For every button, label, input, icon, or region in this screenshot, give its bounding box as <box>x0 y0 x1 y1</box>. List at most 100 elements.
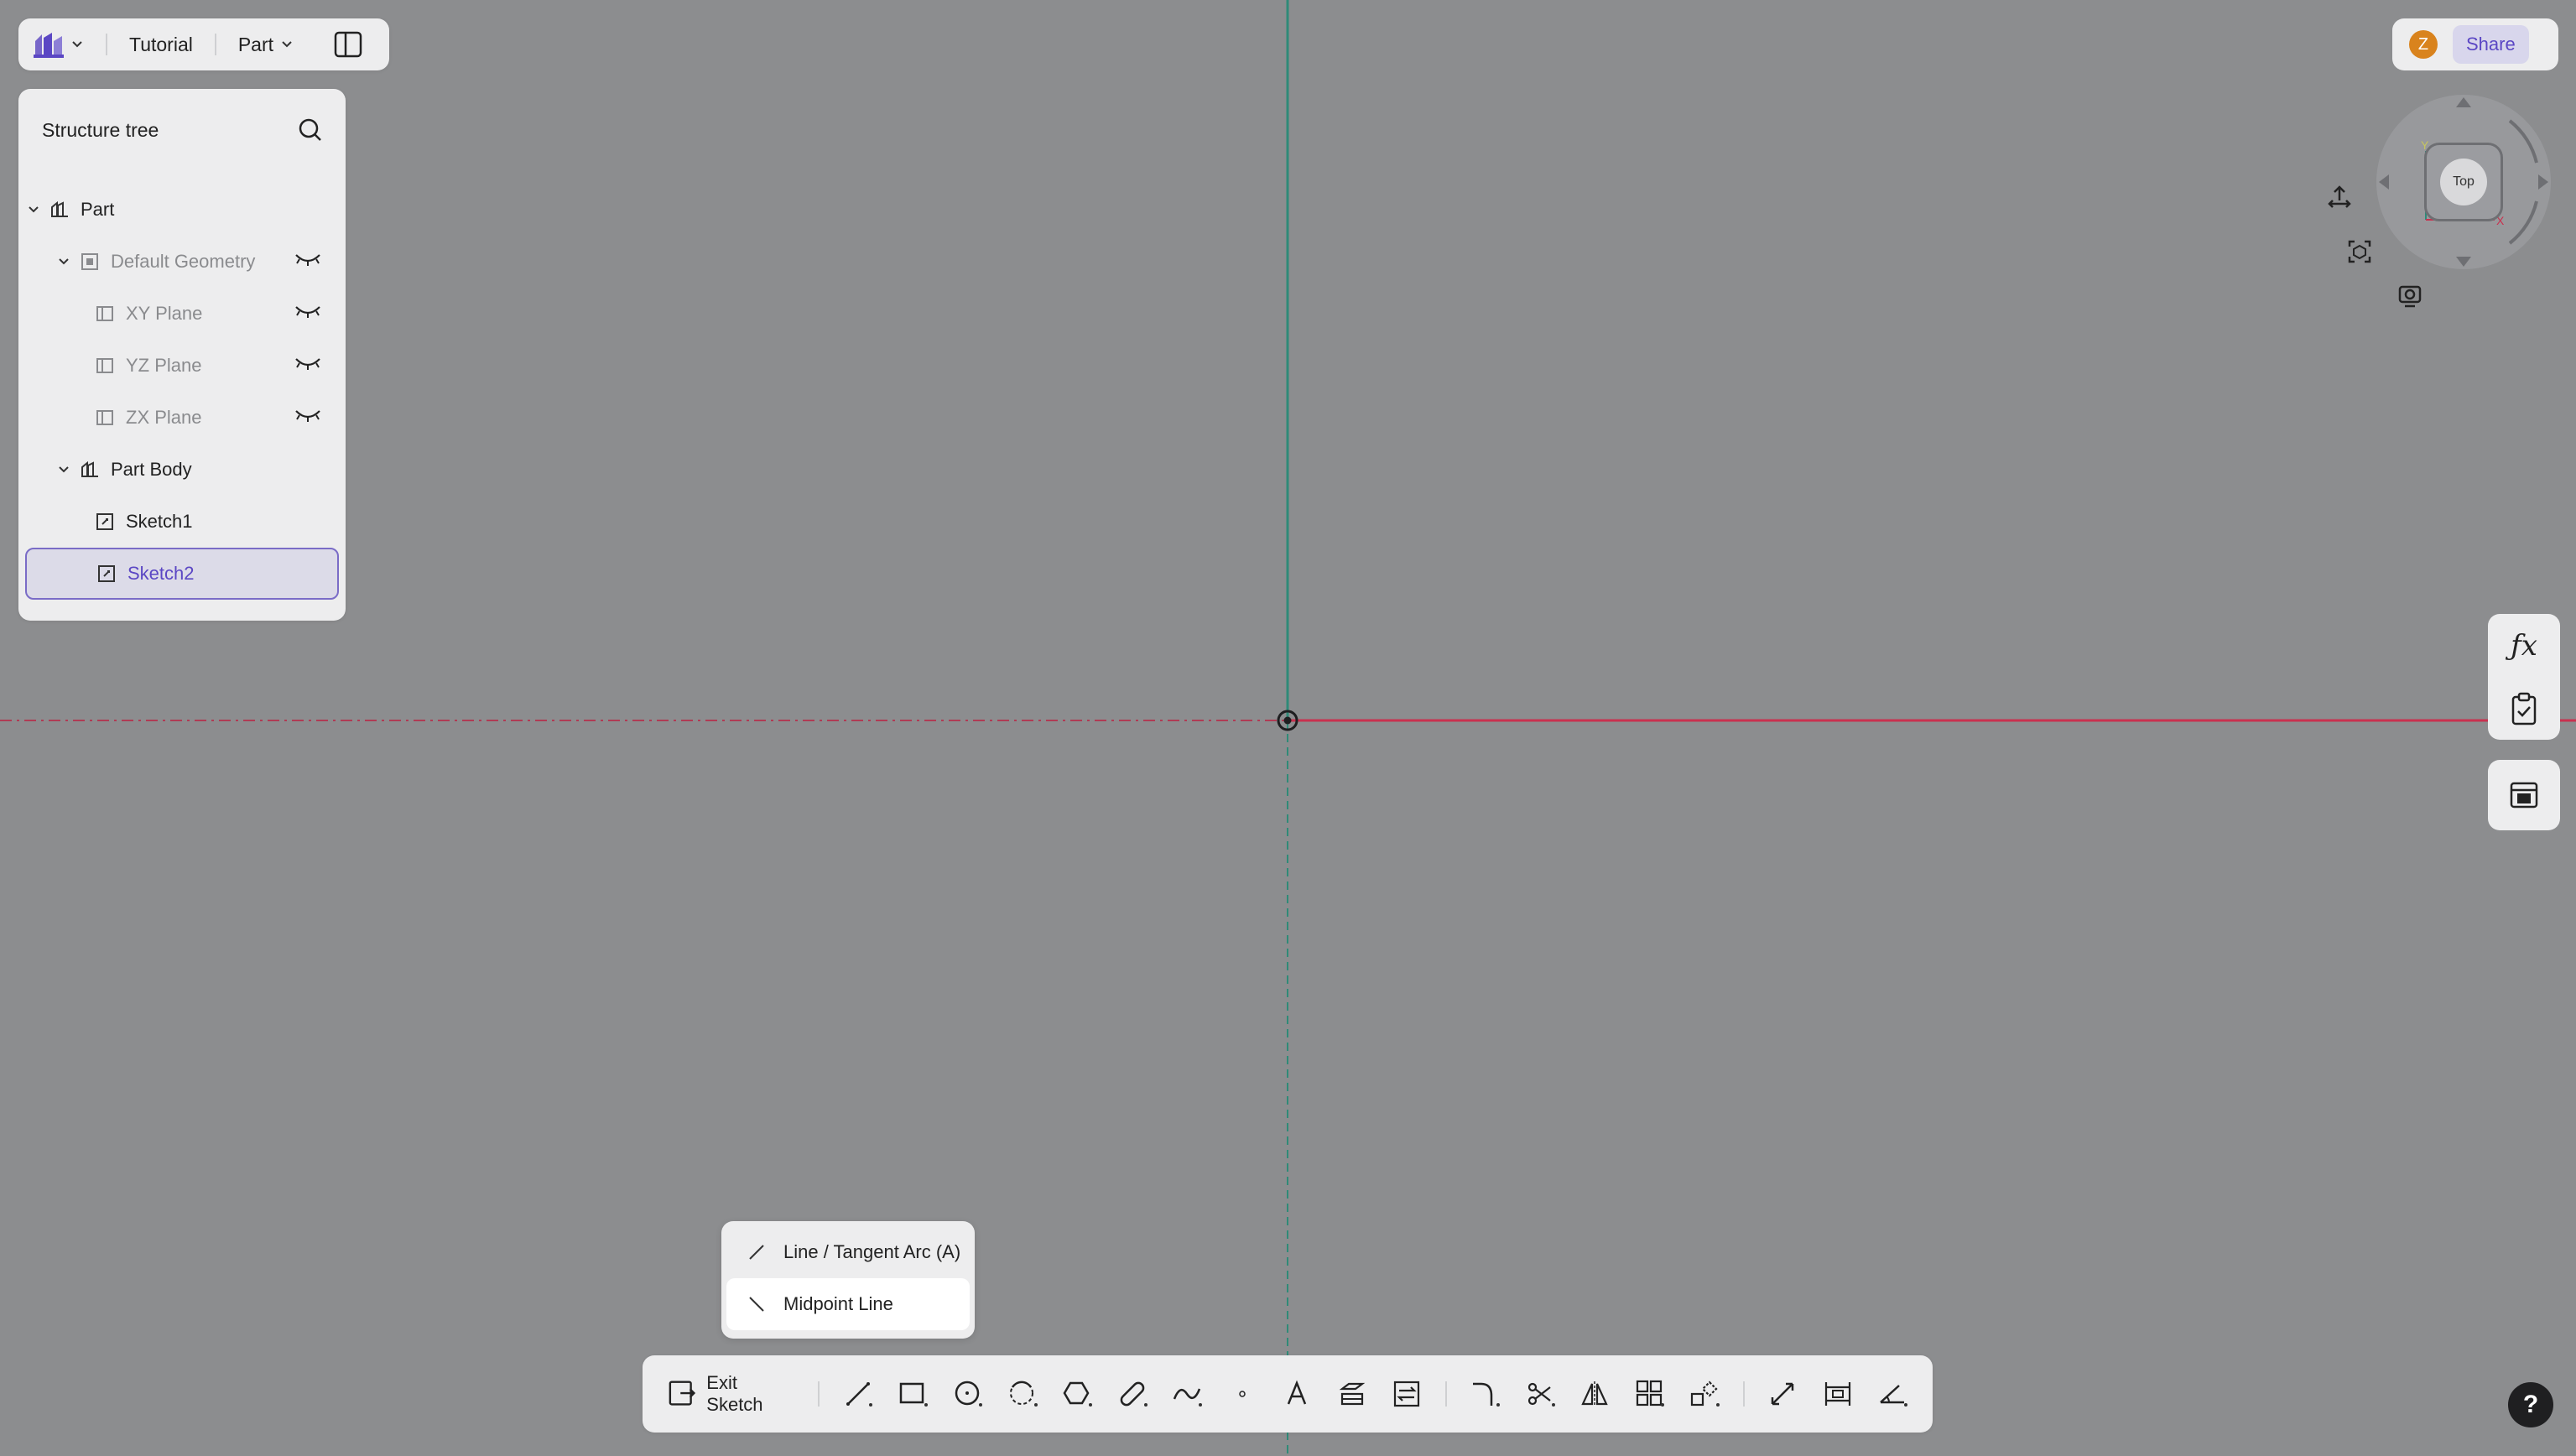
arc-tool[interactable] <box>999 1370 1045 1418</box>
pattern-tool[interactable] <box>1626 1370 1673 1418</box>
display-mode-icon <box>2398 285 2422 308</box>
text-icon <box>1288 1380 1307 1405</box>
structure-tree-panel: Structure tree Part Default Geometry XY … <box>18 89 346 621</box>
sketch-toolbar: Exit Sketch <box>643 1355 1933 1433</box>
top-toolbar: Tutorial Part <box>18 18 389 70</box>
rectangle-tool[interactable] <box>889 1370 935 1418</box>
workspace-name[interactable]: Tutorial <box>107 34 215 56</box>
project-tool[interactable] <box>1329 1370 1375 1418</box>
checklist-icon[interactable] <box>2510 692 2538 725</box>
menu-item-midpoint-line[interactable]: Midpoint Line <box>726 1278 970 1330</box>
plane-icon <box>94 303 116 325</box>
tree-item-zx-plane[interactable]: ZX Plane <box>25 393 339 442</box>
menu-item-label: Midpoint Line <box>783 1293 893 1314</box>
tree-item-sketch1[interactable]: Sketch1 <box>25 497 339 546</box>
home-view-button[interactable] <box>2318 176 2360 218</box>
fit-view-button[interactable] <box>2339 231 2381 273</box>
panel-layout-icon <box>334 31 362 58</box>
hidden-eye-icon[interactable] <box>294 408 322 429</box>
tree-item-sketch2[interactable]: Sketch2 <box>25 548 339 600</box>
tree-item-label: Part <box>81 199 115 220</box>
fillet-tool[interactable] <box>1462 1370 1508 1418</box>
geometry-group-icon <box>79 251 101 273</box>
app-logo-menu[interactable] <box>32 18 106 70</box>
sketch-icon <box>96 563 117 585</box>
hidden-eye-icon[interactable] <box>294 356 322 377</box>
hidden-eye-icon[interactable] <box>294 304 322 325</box>
constraint-icon <box>1824 1382 1851 1406</box>
mirror-tool[interactable] <box>1572 1370 1618 1418</box>
view-cube[interactable]: Y X Top <box>2369 87 2558 277</box>
hidden-eye-icon[interactable] <box>294 252 322 273</box>
circle-tool[interactable] <box>945 1370 991 1418</box>
chevron-down-icon <box>282 41 292 48</box>
tree-item-xy-plane[interactable]: XY Plane <box>25 289 339 338</box>
avatar[interactable]: Z <box>2409 30 2438 59</box>
mode-dropdown[interactable]: Part <box>216 34 315 56</box>
chevron-down-icon[interactable] <box>55 257 72 266</box>
menu-item-label: Line / Tangent Arc (A) <box>783 1241 961 1262</box>
toggle-panel-button[interactable] <box>334 31 362 58</box>
plane-icon <box>94 355 116 377</box>
menu-item-line-tangent-arc[interactable]: Line / Tangent Arc (A) <box>726 1226 970 1278</box>
line-tool-menu: Line / Tangent Arc (A) Midpoint Line <box>721 1221 975 1339</box>
rectangle-icon <box>899 1382 924 1404</box>
sketch-icon <box>94 511 116 533</box>
tree-item-part-body[interactable]: Part Body <box>25 445 339 494</box>
plane-icon <box>94 407 116 429</box>
sketch-canvas[interactable] <box>0 0 2576 1456</box>
tree-item-label: Sketch1 <box>126 511 193 532</box>
table-view-icon[interactable] <box>2509 781 2539 809</box>
chevron-down-icon <box>72 41 82 48</box>
spline-tool[interactable] <box>1164 1370 1210 1418</box>
part-icon <box>49 199 70 221</box>
slot-tool[interactable] <box>1109 1370 1155 1418</box>
line-tool[interactable] <box>835 1370 881 1418</box>
tree-item-part[interactable]: Part <box>25 185 339 234</box>
line-icon <box>749 1245 764 1260</box>
body-icon <box>79 459 101 481</box>
tree-item-label: Sketch2 <box>127 563 195 584</box>
point-icon <box>1238 1391 1246 1397</box>
dimension-icon <box>1772 1382 1794 1406</box>
tree-item-label: ZX Plane <box>126 407 202 428</box>
tree-item-label: Default Geometry <box>111 251 256 272</box>
structure-tree-title: Structure tree <box>42 118 159 141</box>
right-tools-panel: ƒx <box>2488 614 2560 740</box>
point-tool[interactable] <box>1219 1370 1265 1418</box>
text-tool[interactable] <box>1273 1370 1319 1418</box>
function-icon[interactable]: ƒx <box>2511 629 2537 663</box>
cube-top-face[interactable]: Top <box>2424 143 2503 221</box>
slot-icon <box>1120 1381 1145 1407</box>
share-area: Z Share <box>2392 18 2558 70</box>
arc-icon <box>1009 1381 1033 1405</box>
tree-item-yz-plane[interactable]: YZ Plane <box>25 341 339 390</box>
polygon-icon <box>1063 1381 1090 1405</box>
convert-tool[interactable] <box>1383 1370 1429 1418</box>
tree-item-default-geometry[interactable]: Default Geometry <box>25 237 339 286</box>
cube-face-label: Top <box>2440 159 2487 205</box>
polygon-tool[interactable] <box>1054 1370 1101 1418</box>
search-icon[interactable] <box>297 117 324 143</box>
chevron-down-icon[interactable] <box>55 465 72 474</box>
exit-sketch-label: Exit Sketch <box>706 1372 763 1415</box>
app-logo-icon <box>34 33 64 58</box>
home-view-icon <box>2328 185 2351 208</box>
dimension-tool[interactable] <box>1760 1370 1806 1418</box>
display-mode-button[interactable] <box>2389 275 2431 317</box>
right-tools-panel-2 <box>2488 760 2560 830</box>
constraint-tool[interactable] <box>1814 1370 1860 1418</box>
midpoint-line-icon <box>749 1297 764 1312</box>
transform-tool[interactable] <box>1681 1370 1727 1418</box>
transform-icon <box>1691 1381 1718 1407</box>
tree-item-label: XY Plane <box>126 303 203 324</box>
angle-constraint-tool[interactable] <box>1870 1370 1916 1418</box>
share-button[interactable]: Share <box>2453 25 2529 64</box>
tree-item-label: Part Body <box>111 459 192 480</box>
help-button[interactable]: ? <box>2508 1382 2553 1427</box>
trim-tool[interactable] <box>1517 1370 1563 1418</box>
chevron-down-icon[interactable] <box>25 205 42 214</box>
tree-item-label: YZ Plane <box>126 355 202 376</box>
exit-sketch-button[interactable]: Exit Sketch <box>659 1372 803 1416</box>
spline-icon <box>1174 1388 1201 1400</box>
